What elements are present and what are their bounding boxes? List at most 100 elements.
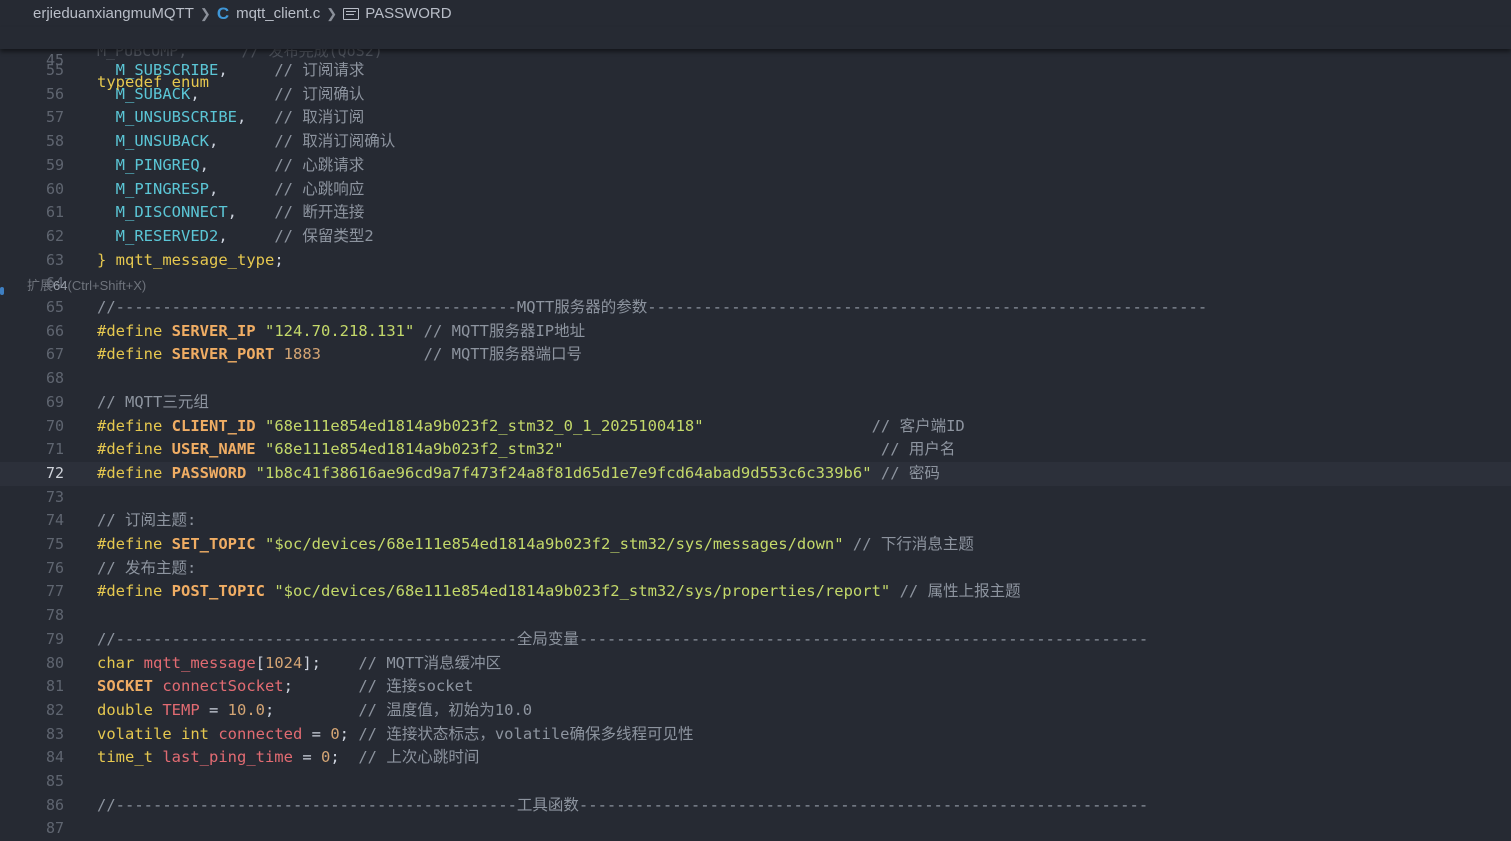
- line-number[interactable]: 59: [0, 154, 64, 178]
- code-text[interactable]: SOCKET connectSocket; // 连接socket: [97, 675, 473, 699]
- line-number[interactable]: 85: [0, 770, 64, 794]
- code-line[interactable]: 59 M_PINGREQ, // 心跳请求: [0, 154, 1511, 178]
- code-text[interactable]: volatile int connected = 0; // 连接状态标志，vo…: [97, 723, 694, 747]
- line-number[interactable]: 82: [0, 699, 64, 723]
- code-line[interactable]: 61 M_DISCONNECT, // 断开连接: [0, 201, 1511, 225]
- breadcrumb-file[interactable]: mqtt_client.c: [236, 5, 320, 22]
- line-number[interactable]: 60: [0, 178, 64, 202]
- code-text[interactable]: #define SERVER_PORT 1883 // MQTT服务器端口号: [97, 343, 582, 367]
- code-line[interactable]: 76 // 发布主题:: [0, 557, 1511, 581]
- line-number[interactable]: 87: [0, 817, 64, 841]
- line-number[interactable]: 71: [0, 438, 64, 462]
- sticky-scroll-header[interactable]: 45 typedef enum: [0, 27, 1511, 91]
- code-line[interactable]: 67 #define SERVER_PORT 1883 // MQTT服务器端口号: [0, 343, 1511, 367]
- code-text[interactable]: double TEMP = 10.0; // 温度值，初始为10.0: [97, 699, 532, 723]
- code-line[interactable]: 62 M_RESERVED2, // 保留类型2: [0, 225, 1511, 249]
- code-text[interactable]: M_RESERVED2, // 保留类型2: [97, 225, 374, 249]
- code-text[interactable]: //--------------------------------------…: [97, 296, 1207, 320]
- code-text[interactable]: // 发布主题:: [97, 557, 196, 581]
- code-text[interactable]: //--------------------------------------…: [97, 628, 1148, 652]
- code-line[interactable]: 77 #define POST_TOPIC "$oc/devices/68e111…: [0, 580, 1511, 604]
- code-text[interactable]: time_t last_ping_time = 0; // 上次心跳时间: [97, 746, 479, 770]
- breadcrumb-project[interactable]: erjieduanxiangmuMQTT: [33, 5, 194, 22]
- line-number[interactable]: 74: [0, 509, 64, 533]
- code-line[interactable]: 69 // MQTT三元组: [0, 391, 1511, 415]
- code-text[interactable]: M_PINGREQ, // 心跳请求: [97, 154, 365, 178]
- line-number[interactable]: 61: [0, 201, 64, 225]
- code-line[interactable]: 87: [0, 817, 1511, 841]
- code-line[interactable]: 70 #define CLIENT_ID "68e111e854ed1814a9b…: [0, 415, 1511, 439]
- line-number[interactable]: 77: [0, 580, 64, 604]
- line-number[interactable]: 65: [0, 296, 64, 320]
- code-line[interactable]: 55 M_SUBSCRIBE, // 订阅请求: [0, 59, 1511, 83]
- code-text[interactable]: char mqtt_message[1024]; // MQTT消息缓冲区: [97, 652, 501, 676]
- code-editor[interactable]: 55 M_SUBSCRIBE, // 订阅请求 56 M_SUBACK, // 订…: [0, 27, 1511, 837]
- code-text[interactable]: M_UNSUBACK, // 取消订阅确认: [97, 130, 396, 154]
- code-text[interactable]: #define USER_NAME "68e111e854ed1814a9b02…: [97, 438, 955, 462]
- code-line[interactable]: 56 M_SUBACK, // 订阅确认: [0, 83, 1511, 107]
- extensions-hover-hint: 扩展64(Ctrl+Shift+X): [27, 275, 146, 294]
- line-number[interactable]: 58: [0, 130, 64, 154]
- line-number[interactable]: 57: [0, 106, 64, 130]
- code-line[interactable]: 80 char mqtt_message[1024]; // MQTT消息缓冲区: [0, 652, 1511, 676]
- line-number[interactable]: 73: [0, 486, 64, 510]
- code-line[interactable]: 58 M_UNSUBACK, // 取消订阅确认: [0, 130, 1511, 154]
- code-line[interactable]: 64: [0, 272, 1511, 296]
- code-line[interactable]: 73: [0, 486, 1511, 510]
- line-number[interactable]: 83: [0, 723, 64, 747]
- line-number[interactable]: 72: [0, 462, 64, 486]
- code-text[interactable]: // 订阅主题:: [97, 509, 196, 533]
- code-line[interactable]: 66 #define SERVER_IP "124.70.218.131" // …: [0, 320, 1511, 344]
- code-token: M_UNSUBSCRIBE: [97, 108, 237, 127]
- line-number[interactable]: 67: [0, 343, 64, 367]
- code-line[interactable]: 82 double TEMP = 10.0; // 温度值，初始为10.0: [0, 699, 1511, 723]
- code-line[interactable]: 79 //------------------------------------…: [0, 628, 1511, 652]
- code-token: // 订阅请求: [274, 61, 365, 79]
- code-line[interactable]: 83 volatile int connected = 0; // 连接状态标志，…: [0, 723, 1511, 747]
- code-line[interactable]: 63 } mqtt_message_type;: [0, 249, 1511, 273]
- line-number[interactable]: 81: [0, 675, 64, 699]
- code-text[interactable]: M_UNSUBSCRIBE, // 取消订阅: [97, 106, 365, 130]
- line-number[interactable]: 66: [0, 320, 64, 344]
- line-number[interactable]: 75: [0, 533, 64, 557]
- code-text[interactable]: } mqtt_message_type;: [97, 249, 284, 273]
- code-text[interactable]: //--------------------------------------…: [97, 794, 1148, 818]
- code-text[interactable]: #define SET_TOPIC "$oc/devices/68e111e85…: [97, 533, 974, 557]
- code-line[interactable]: 74 // 订阅主题:: [0, 509, 1511, 533]
- line-number[interactable]: 86: [0, 794, 64, 818]
- line-number[interactable]: 79: [0, 628, 64, 652]
- code-token: ,: [218, 61, 275, 79]
- code-text[interactable]: #define CLIENT_ID "68e111e854ed1814a9b02…: [97, 415, 965, 439]
- code-line[interactable]: 60 M_PINGRESP, // 心跳响应: [0, 178, 1511, 202]
- line-number[interactable]: 70: [0, 415, 64, 439]
- code-line[interactable]: 71 #define USER_NAME "68e111e854ed1814a9b…: [0, 438, 1511, 462]
- code-line[interactable]: 78: [0, 604, 1511, 628]
- code-text[interactable]: #define PASSWORD "1b8c41f38616ae96cd9a7f…: [97, 462, 940, 486]
- code-line[interactable]: 84 time_t last_ping_time = 0; // 上次心跳时间: [0, 746, 1511, 770]
- code-text[interactable]: M_DISCONNECT, // 断开连接: [97, 201, 365, 225]
- code-text[interactable]: #define POST_TOPIC "$oc/devices/68e111e8…: [97, 580, 1021, 604]
- line-number[interactable]: 84: [0, 746, 64, 770]
- code-line[interactable]: 85: [0, 770, 1511, 794]
- code-token: #define: [97, 321, 172, 340]
- code-line[interactable]: 75 #define SET_TOPIC "$oc/devices/68e111e…: [0, 533, 1511, 557]
- line-number[interactable]: 80: [0, 652, 64, 676]
- code-token: char: [97, 653, 144, 672]
- code-line[interactable]: 86 //------------------------------------…: [0, 794, 1511, 818]
- code-text[interactable]: M_PINGRESP, // 心跳响应: [97, 178, 365, 202]
- line-number[interactable]: 76: [0, 557, 64, 581]
- line-number[interactable]: 78: [0, 604, 64, 628]
- line-number[interactable]: 68: [0, 367, 64, 391]
- line-number[interactable]: 62: [0, 225, 64, 249]
- code-line[interactable]: 72 #define PASSWORD "1b8c41f38616ae96cd9a…: [0, 461, 1511, 486]
- code-line[interactable]: 57 M_UNSUBSCRIBE, // 取消订阅: [0, 106, 1511, 130]
- code-text[interactable]: #define SERVER_IP "124.70.218.131" // MQ…: [97, 320, 585, 344]
- line-number[interactable]: 63: [0, 249, 64, 273]
- line-number[interactable]: 69: [0, 391, 64, 415]
- breadcrumb-symbol[interactable]: PASSWORD: [365, 5, 451, 22]
- code-line[interactable]: 68: [0, 367, 1511, 391]
- code-line[interactable]: 65 //------------------------------------…: [0, 296, 1511, 320]
- code-line[interactable]: 81 SOCKET connectSocket; // 连接socket: [0, 675, 1511, 699]
- code-text[interactable]: // MQTT三元组: [97, 391, 209, 415]
